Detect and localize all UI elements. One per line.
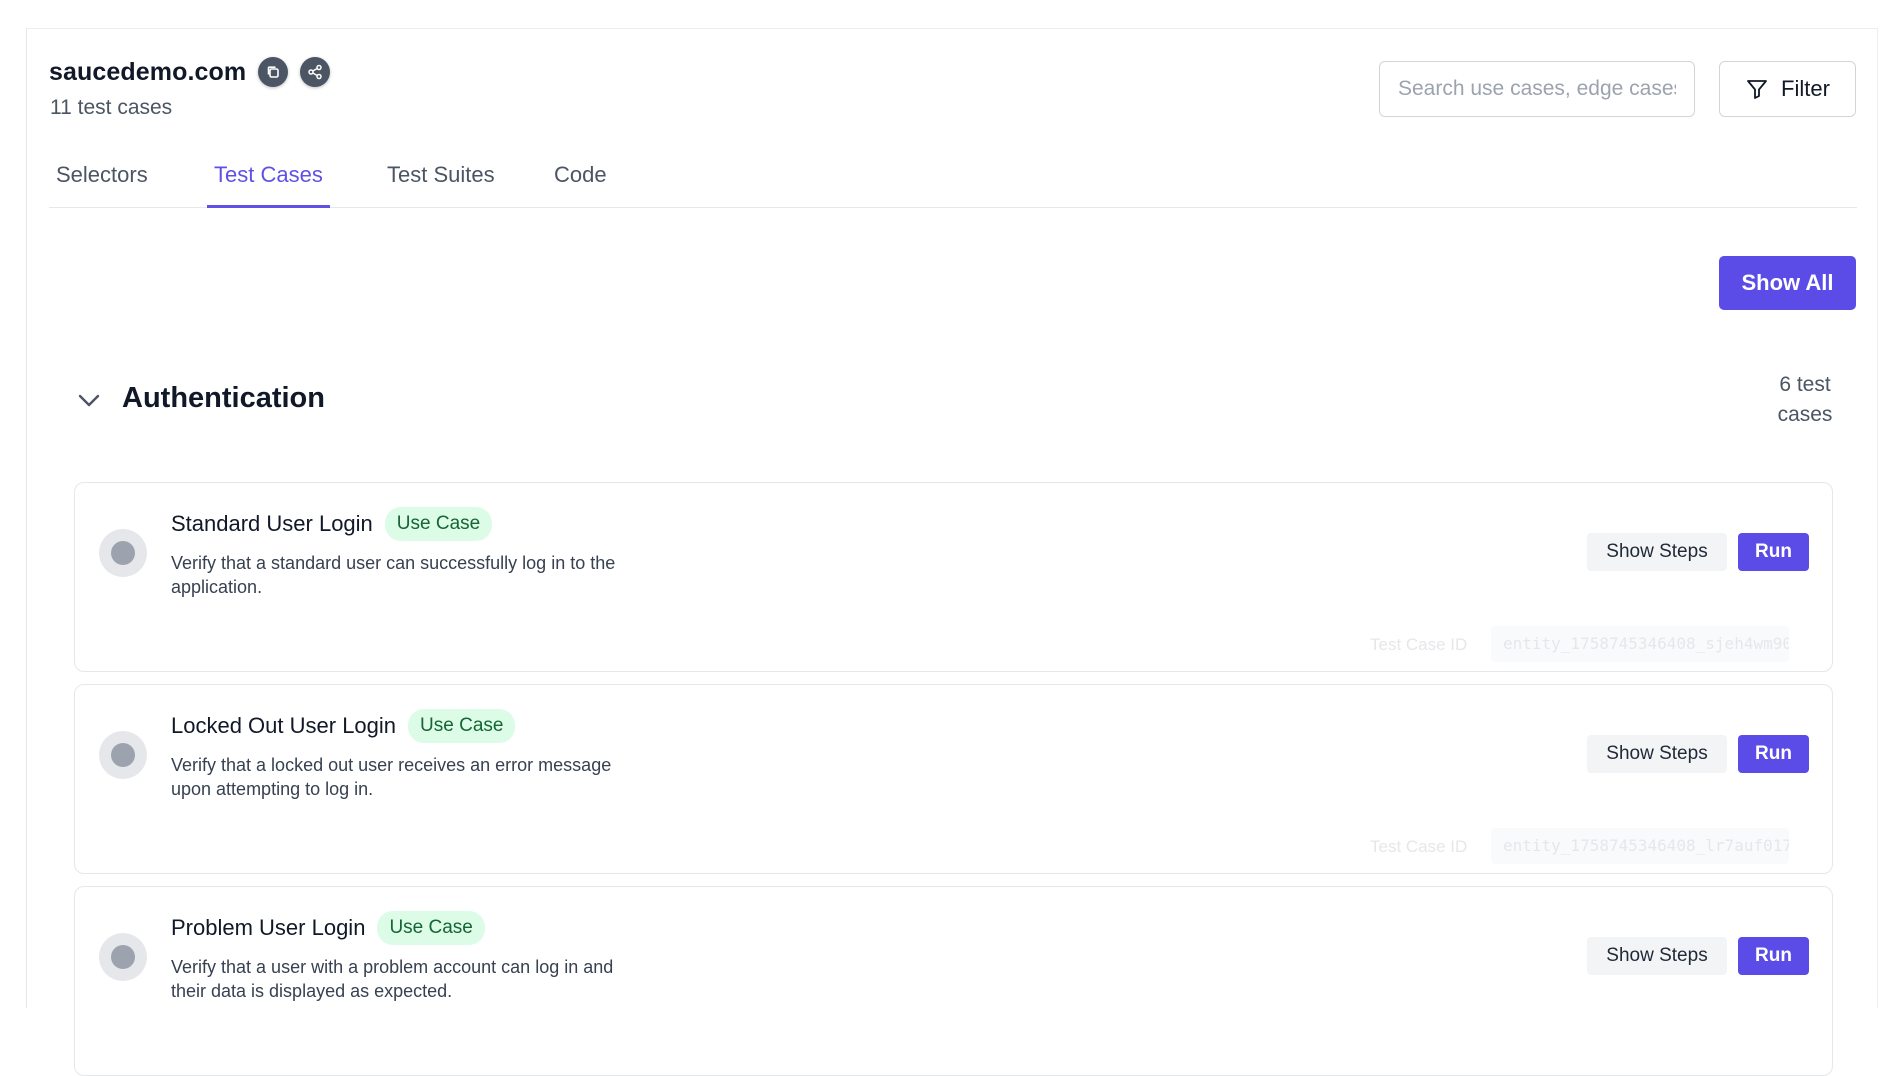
test-case-id-value: entity_1758745346408_lr7auf017 — [1491, 828, 1789, 864]
test-case-card: Standard User Login Use Case Verify that… — [74, 482, 1833, 672]
run-button[interactable]: Run — [1738, 533, 1809, 571]
search-input[interactable] — [1398, 77, 1676, 101]
test-case-count: 11 test cases — [50, 96, 173, 119]
section-title: Authentication — [122, 382, 325, 414]
test-case-description: Verify that a locked out user receives a… — [171, 755, 612, 799]
card-title-row: Problem User Login Use Case — [171, 911, 485, 945]
test-case-card: Problem User Login Use Case Verify that … — [74, 886, 1833, 1076]
show-steps-button[interactable]: Show Steps — [1587, 937, 1727, 975]
page-title: saucedemo.com — [49, 57, 247, 86]
test-case-description: Verify that a standard user can successf… — [171, 553, 616, 597]
copy-icon[interactable] — [258, 57, 289, 87]
test-case-id-label: Test Case ID — [1370, 837, 1468, 856]
tab-selectors[interactable]: Selectors — [56, 162, 148, 208]
test-case-title: Locked Out User Login — [171, 713, 397, 738]
use-case-badge: Use Case — [377, 911, 485, 945]
tab-test-cases[interactable]: Test Cases — [207, 162, 330, 208]
site-header: saucedemo.com — [49, 54, 331, 90]
tab-test-suites[interactable]: Test Suites — [387, 162, 495, 208]
tab-bar: Selectors Test Cases Test Suites Code — [49, 150, 1857, 208]
run-button[interactable]: Run — [1738, 937, 1809, 975]
section-count: 6 test cases — [1777, 373, 1833, 426]
chevron-down-icon[interactable] — [76, 388, 102, 414]
use-case-badge: Use Case — [384, 507, 493, 541]
status-indicator — [99, 529, 147, 577]
test-case-title: Standard User Login — [171, 511, 373, 536]
test-case-title: Problem User Login — [171, 915, 366, 940]
test-case-description: Verify that a user with a problem accoun… — [171, 957, 614, 1001]
filter-label: Filter — [1781, 76, 1830, 101]
card-title-row: Locked Out User Login Use Case — [171, 709, 516, 743]
filter-icon — [1747, 80, 1767, 99]
status-indicator — [99, 731, 147, 779]
search-box[interactable] — [1379, 61, 1695, 117]
test-case-id-value: entity_1758745346408_sjeh4wm90 — [1491, 626, 1789, 662]
test-case-id-label: Test Case ID — [1370, 635, 1468, 654]
share-icon[interactable] — [300, 57, 331, 87]
show-steps-button[interactable]: Show Steps — [1587, 735, 1727, 773]
filter-button[interactable]: Filter — [1719, 61, 1856, 117]
status-indicator — [99, 933, 147, 981]
show-all-button[interactable]: Show All — [1719, 256, 1856, 310]
test-case-card: Locked Out User Login Use Case Verify th… — [74, 684, 1833, 874]
use-case-badge: Use Case — [408, 709, 516, 743]
tab-code[interactable]: Code — [554, 162, 607, 208]
card-title-row: Standard User Login Use Case — [171, 507, 493, 541]
run-button[interactable]: Run — [1738, 735, 1809, 773]
show-steps-button[interactable]: Show Steps — [1587, 533, 1727, 571]
